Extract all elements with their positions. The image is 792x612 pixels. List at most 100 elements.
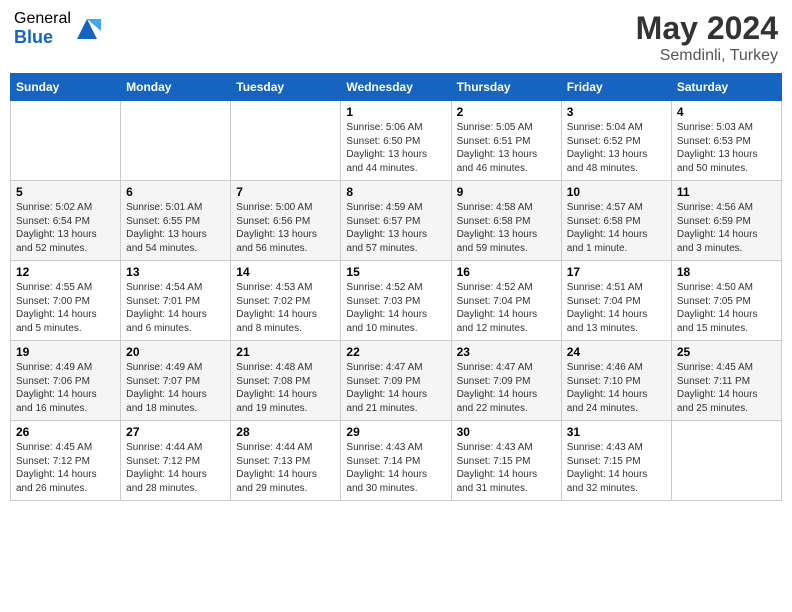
weekday-header-thursday: Thursday (451, 74, 561, 101)
weekday-header-sunday: Sunday (11, 74, 121, 101)
day-info: Sunrise: 5:04 AM Sunset: 6:52 PM Dayligh… (567, 121, 666, 175)
calendar-header: SundayMondayTuesdayWednesdayThursdayFrid… (11, 74, 782, 101)
calendar-cell: 10Sunrise: 4:57 AM Sunset: 6:58 PM Dayli… (561, 181, 671, 261)
day-number: 2 (457, 105, 556, 119)
day-number: 14 (236, 265, 335, 279)
calendar-cell (121, 101, 231, 181)
weekday-header-wednesday: Wednesday (341, 74, 451, 101)
day-number: 27 (126, 425, 225, 439)
calendar-title: May 2024 (636, 10, 778, 47)
day-info: Sunrise: 4:55 AM Sunset: 7:00 PM Dayligh… (16, 281, 115, 335)
day-info: Sunrise: 4:59 AM Sunset: 6:57 PM Dayligh… (346, 201, 445, 255)
day-number: 8 (346, 185, 445, 199)
calendar-cell: 5 Sunrise: 5:02 AM Sunset: 6:54 PM Daylig… (11, 181, 121, 261)
day-info: Sunrise: 4:47 AM Sunset: 7:09 PM Dayligh… (457, 361, 556, 415)
day-number: 31 (567, 425, 666, 439)
calendar-cell: 13 Sunrise: 4:54 AM Sunset: 7:01 PM Dayli… (121, 261, 231, 341)
day-info: Sunrise: 5:02 AM Sunset: 6:54 PM Dayligh… (16, 201, 115, 255)
day-number: 15 (346, 265, 445, 279)
calendar-cell: 28 Sunrise: 4:44 AM Sunset: 7:13 PM Dayli… (231, 421, 341, 501)
calendar-week-2: 5 Sunrise: 5:02 AM Sunset: 6:54 PM Daylig… (11, 181, 782, 261)
day-info: Sunrise: 4:49 AM Sunset: 7:07 PM Dayligh… (126, 361, 225, 415)
calendar-cell: 21 Sunrise: 4:48 AM Sunset: 7:08 PM Dayli… (231, 341, 341, 421)
day-number: 19 (16, 345, 115, 359)
calendar-cell: 18 Sunrise: 4:50 AM Sunset: 7:05 PM Dayli… (671, 261, 781, 341)
weekday-header-saturday: Saturday (671, 74, 781, 101)
calendar-cell (231, 101, 341, 181)
day-info: Sunrise: 4:49 AM Sunset: 7:06 PM Dayligh… (16, 361, 115, 415)
logo-text: General Blue (14, 10, 71, 47)
calendar-week-3: 12 Sunrise: 4:55 AM Sunset: 7:00 PM Dayli… (11, 261, 782, 341)
day-info: Sunrise: 4:52 AM Sunset: 7:04 PM Dayligh… (457, 281, 556, 335)
calendar-cell: 12 Sunrise: 4:55 AM Sunset: 7:00 PM Dayli… (11, 261, 121, 341)
day-number: 21 (236, 345, 335, 359)
calendar-cell: 31 Sunrise: 4:43 AM Sunset: 7:15 PM Dayli… (561, 421, 671, 501)
day-info: Sunrise: 4:47 AM Sunset: 7:09 PM Dayligh… (346, 361, 445, 415)
calendar-cell: 23 Sunrise: 4:47 AM Sunset: 7:09 PM Dayli… (451, 341, 561, 421)
weekday-header-tuesday: Tuesday (231, 74, 341, 101)
day-number: 18 (677, 265, 776, 279)
day-info: Sunrise: 4:54 AM Sunset: 7:01 PM Dayligh… (126, 281, 225, 335)
calendar-cell: 4Sunrise: 5:03 AM Sunset: 6:53 PM Daylig… (671, 101, 781, 181)
day-info: Sunrise: 5:05 AM Sunset: 6:51 PM Dayligh… (457, 121, 556, 175)
day-number: 25 (677, 345, 776, 359)
day-info: Sunrise: 4:45 AM Sunset: 7:11 PM Dayligh… (677, 361, 776, 415)
day-info: Sunrise: 4:57 AM Sunset: 6:58 PM Dayligh… (567, 201, 666, 255)
day-number: 5 (16, 185, 115, 199)
day-number: 16 (457, 265, 556, 279)
weekday-header-monday: Monday (121, 74, 231, 101)
calendar-table: SundayMondayTuesdayWednesdayThursdayFrid… (10, 73, 782, 501)
day-info: Sunrise: 4:43 AM Sunset: 7:15 PM Dayligh… (567, 441, 666, 495)
day-number: 13 (126, 265, 225, 279)
calendar-cell: 14 Sunrise: 4:53 AM Sunset: 7:02 PM Dayli… (231, 261, 341, 341)
day-number: 1 (346, 105, 445, 119)
calendar-cell: 15 Sunrise: 4:52 AM Sunset: 7:03 PM Dayli… (341, 261, 451, 341)
day-number: 24 (567, 345, 666, 359)
day-number: 7 (236, 185, 335, 199)
day-info: Sunrise: 4:53 AM Sunset: 7:02 PM Dayligh… (236, 281, 335, 335)
day-info: Sunrise: 4:50 AM Sunset: 7:05 PM Dayligh… (677, 281, 776, 335)
calendar-cell: 30Sunrise: 4:43 AM Sunset: 7:15 PM Dayli… (451, 421, 561, 501)
day-info: Sunrise: 4:43 AM Sunset: 7:14 PM Dayligh… (346, 441, 445, 495)
day-number: 30 (457, 425, 556, 439)
day-info: Sunrise: 4:44 AM Sunset: 7:13 PM Dayligh… (236, 441, 335, 495)
day-info: Sunrise: 4:44 AM Sunset: 7:12 PM Dayligh… (126, 441, 225, 495)
day-number: 29 (346, 425, 445, 439)
calendar-cell: 24 Sunrise: 4:46 AM Sunset: 7:10 PM Dayli… (561, 341, 671, 421)
calendar-cell (671, 421, 781, 501)
day-number: 12 (16, 265, 115, 279)
logo-general: General (14, 10, 71, 28)
calendar-cell: 20Sunrise: 4:49 AM Sunset: 7:07 PM Dayli… (121, 341, 231, 421)
day-info: Sunrise: 4:46 AM Sunset: 7:10 PM Dayligh… (567, 361, 666, 415)
calendar-cell (11, 101, 121, 181)
calendar-cell: 9Sunrise: 4:58 AM Sunset: 6:58 PM Daylig… (451, 181, 561, 261)
calendar-cell: 1Sunrise: 5:06 AM Sunset: 6:50 PM Daylig… (341, 101, 451, 181)
calendar-week-4: 19 Sunrise: 4:49 AM Sunset: 7:06 PM Dayli… (11, 341, 782, 421)
day-info: Sunrise: 4:48 AM Sunset: 7:08 PM Dayligh… (236, 361, 335, 415)
day-number: 23 (457, 345, 556, 359)
calendar-week-5: 26 Sunrise: 4:45 AM Sunset: 7:12 PM Dayli… (11, 421, 782, 501)
calendar-body: 1Sunrise: 5:06 AM Sunset: 6:50 PM Daylig… (11, 101, 782, 501)
day-number: 26 (16, 425, 115, 439)
calendar-cell: 19 Sunrise: 4:49 AM Sunset: 7:06 PM Dayli… (11, 341, 121, 421)
day-number: 4 (677, 105, 776, 119)
calendar-cell: 29 Sunrise: 4:43 AM Sunset: 7:14 PM Dayli… (341, 421, 451, 501)
calendar-cell: 25 Sunrise: 4:45 AM Sunset: 7:11 PM Dayli… (671, 341, 781, 421)
calendar-week-1: 1Sunrise: 5:06 AM Sunset: 6:50 PM Daylig… (11, 101, 782, 181)
calendar-cell: 6 Sunrise: 5:01 AM Sunset: 6:55 PM Daylig… (121, 181, 231, 261)
calendar-cell: 11Sunrise: 4:56 AM Sunset: 6:59 PM Dayli… (671, 181, 781, 261)
day-number: 6 (126, 185, 225, 199)
logo-icon (73, 15, 101, 43)
calendar-cell: 16 Sunrise: 4:52 AM Sunset: 7:04 PM Dayli… (451, 261, 561, 341)
day-number: 28 (236, 425, 335, 439)
day-info: Sunrise: 5:01 AM Sunset: 6:55 PM Dayligh… (126, 201, 225, 255)
day-info: Sunrise: 4:45 AM Sunset: 7:12 PM Dayligh… (16, 441, 115, 495)
day-info: Sunrise: 5:00 AM Sunset: 6:56 PM Dayligh… (236, 201, 335, 255)
calendar-cell: 2 Sunrise: 5:05 AM Sunset: 6:51 PM Daylig… (451, 101, 561, 181)
day-number: 9 (457, 185, 556, 199)
day-number: 3 (567, 105, 666, 119)
calendar-cell: 26 Sunrise: 4:45 AM Sunset: 7:12 PM Dayli… (11, 421, 121, 501)
day-number: 11 (677, 185, 776, 199)
day-info: Sunrise: 4:52 AM Sunset: 7:03 PM Dayligh… (346, 281, 445, 335)
day-number: 17 (567, 265, 666, 279)
